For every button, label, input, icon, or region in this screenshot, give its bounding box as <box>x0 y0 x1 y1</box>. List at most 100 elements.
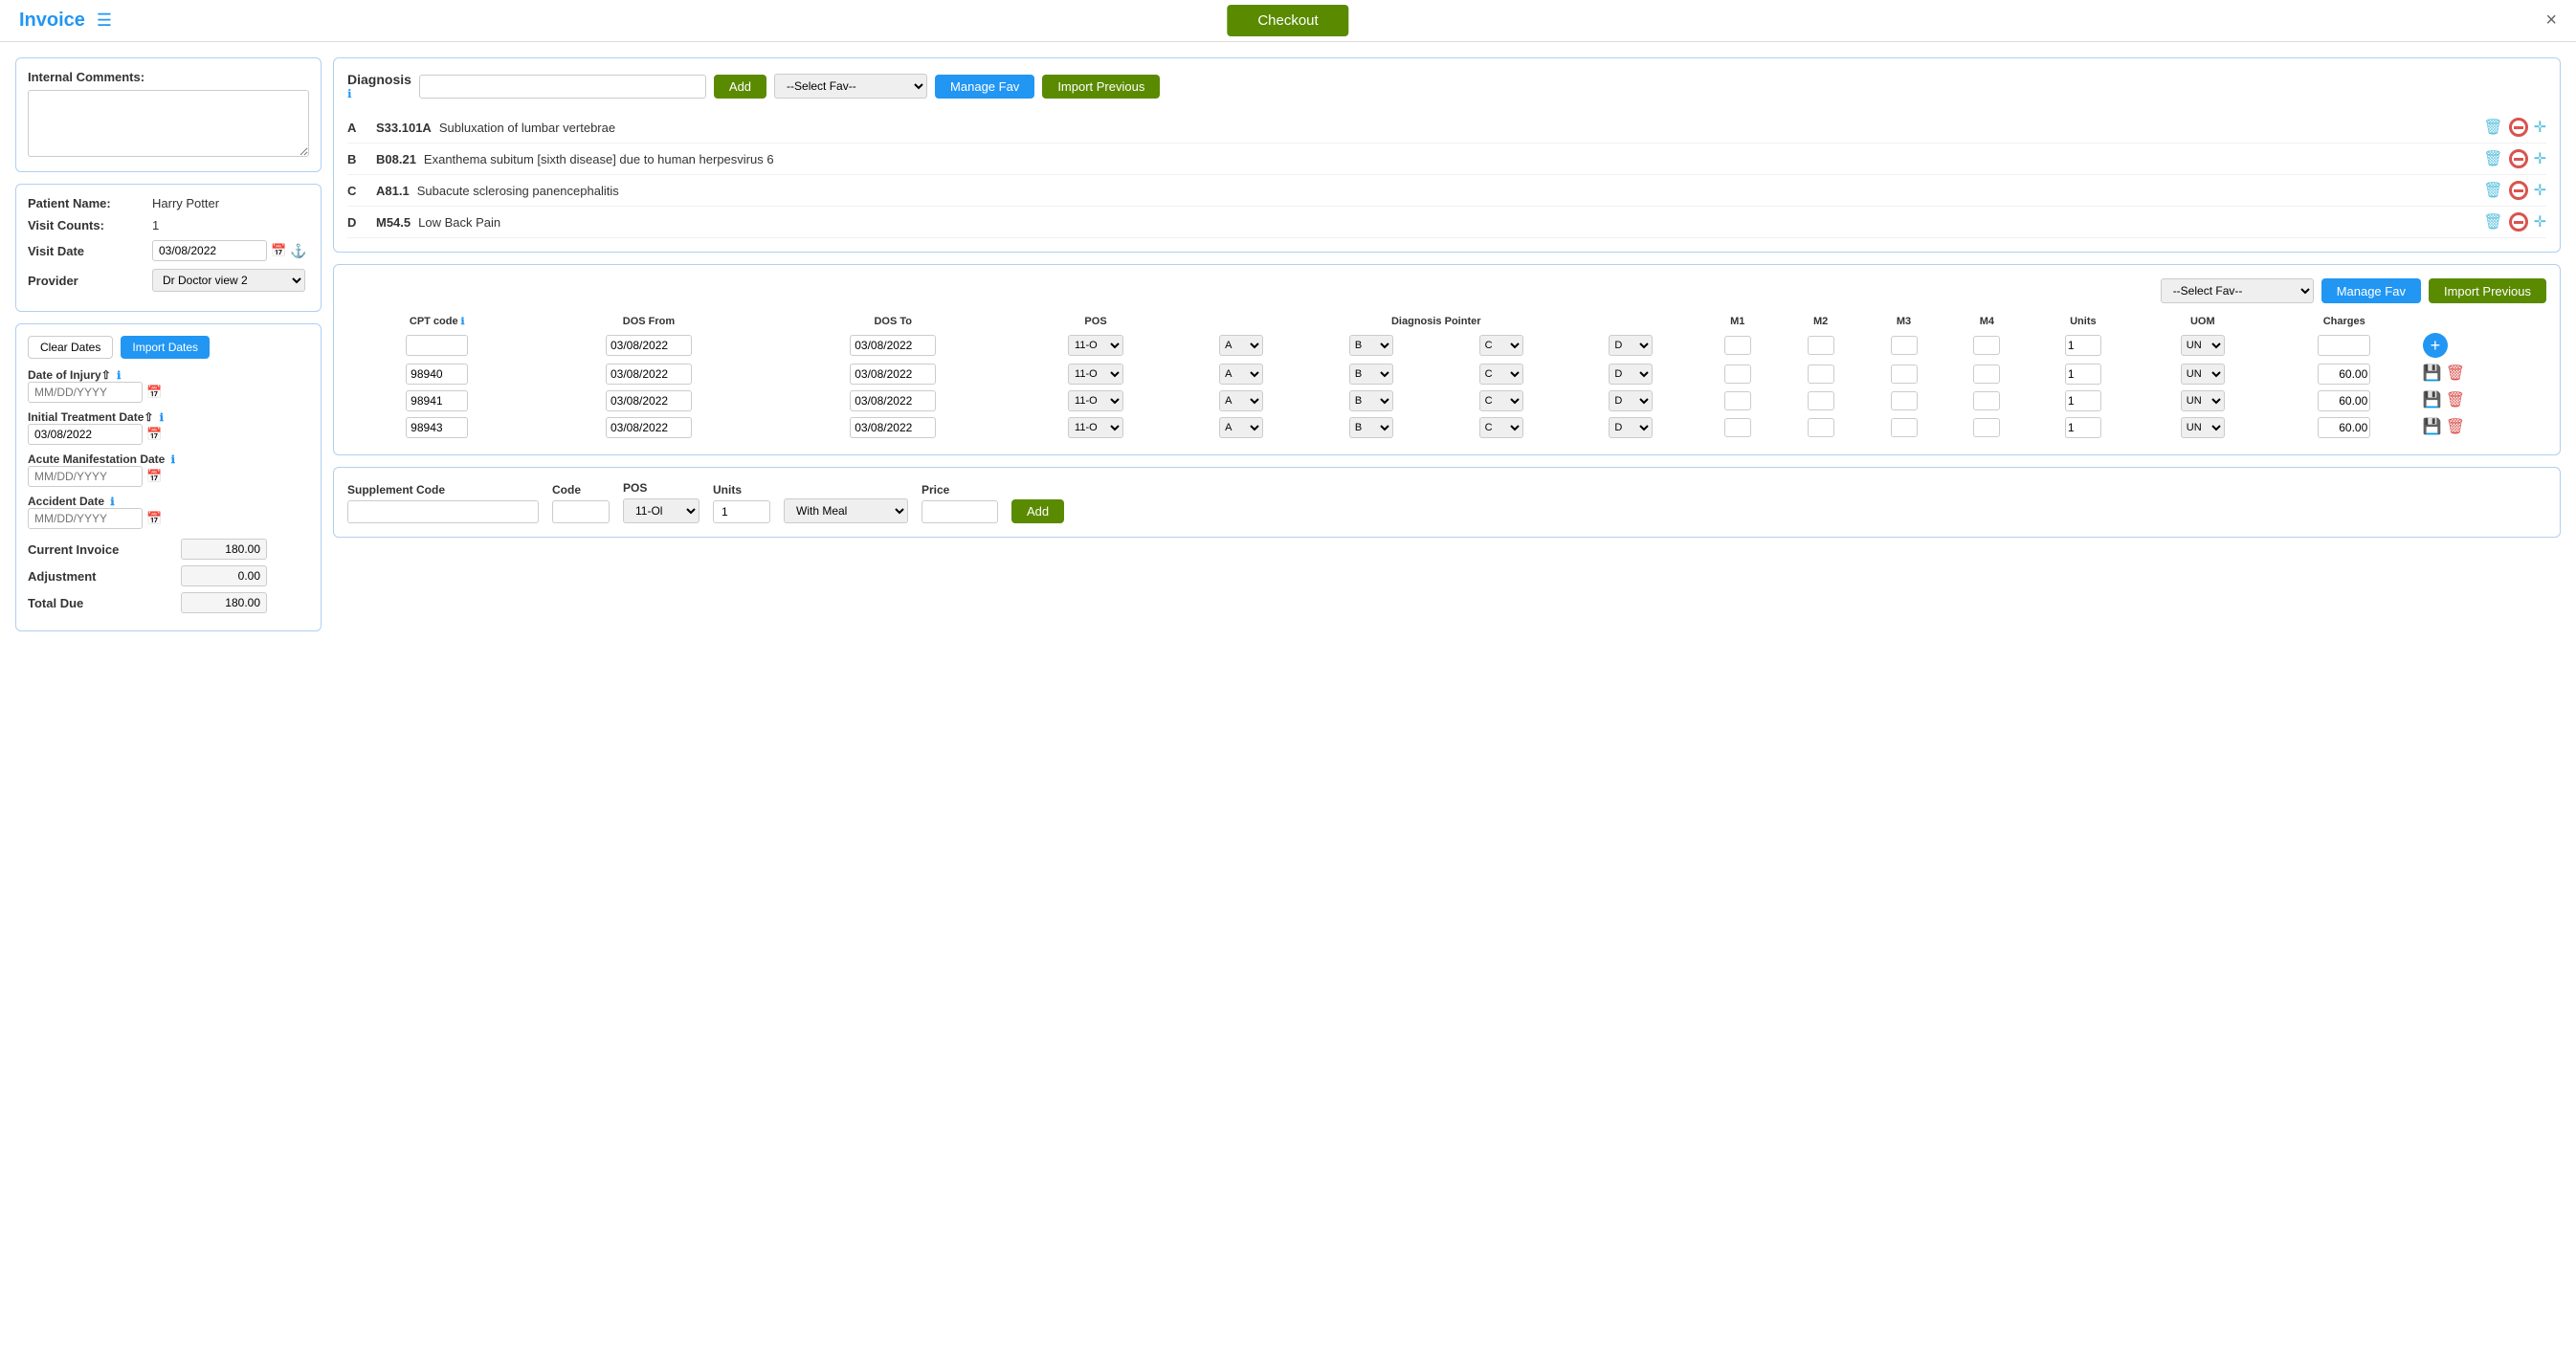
new-diag-b-select[interactable]: ABCD <box>1349 335 1393 356</box>
charges-input[interactable] <box>2318 417 2370 438</box>
new-m2-input[interactable] <box>1808 336 1834 355</box>
diag-c-select[interactable]: ABCD <box>1479 364 1523 385</box>
new-charges-input[interactable] <box>2318 335 2370 356</box>
initial-treatment-calendar-icon[interactable]: 📅 <box>146 427 162 442</box>
clear-dates-button[interactable]: Clear Dates <box>28 336 113 359</box>
uom-select[interactable]: UNHRMI <box>2181 417 2225 438</box>
diag-a-select[interactable]: ABCD <box>1219 390 1263 411</box>
diagnosis-add-button[interactable]: Add <box>714 75 766 99</box>
diag-stop-icon[interactable] <box>2509 181 2528 200</box>
m3-input[interactable] <box>1891 418 1918 437</box>
new-m1-input[interactable] <box>1724 336 1751 355</box>
m2-input[interactable] <box>1808 418 1834 437</box>
diag-trash-icon[interactable]: 🗑 <box>2483 181 2502 200</box>
row-save-icon[interactable]: 💾 <box>2423 417 2442 436</box>
menu-icon[interactable]: ☰ <box>97 11 112 31</box>
visit-date-input[interactable] <box>152 240 267 261</box>
diagnosis-import-previous-button[interactable]: Import Previous <box>1042 75 1160 99</box>
supplement-add-button[interactable]: Add <box>1011 499 1064 523</box>
checkout-button[interactable]: Checkout <box>1227 5 1348 36</box>
new-m3-input[interactable] <box>1891 336 1918 355</box>
code-input[interactable] <box>552 500 610 523</box>
dos-from-input[interactable] <box>606 390 692 411</box>
units-input[interactable] <box>2065 390 2101 411</box>
uom-select[interactable]: UNHRMI <box>2181 390 2225 411</box>
import-dates-button[interactable]: Import Dates <box>121 336 210 359</box>
diag-d-select[interactable]: ABCD <box>1609 417 1653 438</box>
new-pos-select[interactable]: 11-O1112 <box>1068 335 1123 356</box>
diag-d-select[interactable]: ABCD <box>1609 364 1653 385</box>
pos-select[interactable]: 11-O1112 <box>1068 417 1123 438</box>
m4-input[interactable] <box>1973 391 2000 410</box>
initial-treatment-info-icon[interactable]: ℹ <box>160 412 164 424</box>
dos-to-input[interactable] <box>850 390 936 411</box>
diag-b-select[interactable]: ABCD <box>1349 364 1393 385</box>
diag-trash-icon[interactable]: 🗑 <box>2483 212 2502 232</box>
new-uom-select[interactable]: UNHRMI <box>2181 335 2225 356</box>
m2-input[interactable] <box>1808 391 1834 410</box>
row-save-icon[interactable]: 💾 <box>2423 390 2442 409</box>
m2-input[interactable] <box>1808 364 1834 384</box>
date-of-injury-info-icon[interactable]: ℹ <box>117 370 121 382</box>
diag-b-select[interactable]: ABCD <box>1349 417 1393 438</box>
diag-a-select[interactable]: ABCD <box>1219 417 1263 438</box>
accident-date-calendar-icon[interactable]: 📅 <box>146 511 162 526</box>
diag-d-select[interactable]: ABCD <box>1609 390 1653 411</box>
pos-select[interactable]: 11-O1112 <box>1068 390 1123 411</box>
accident-date-info-icon[interactable]: ℹ <box>110 497 114 508</box>
diag-stop-icon[interactable] <box>2509 149 2528 168</box>
units-input[interactable] <box>2065 364 2101 385</box>
uom-select[interactable]: UNHRMI <box>2181 364 2225 385</box>
cpt-import-previous-button[interactable]: Import Previous <box>2429 278 2546 303</box>
diag-c-select[interactable]: ABCD <box>1479 417 1523 438</box>
total-due-input[interactable] <box>181 592 267 613</box>
diagnosis-fav-select[interactable]: --Select Fav-- <box>774 74 927 99</box>
initial-treatment-input[interactable] <box>28 424 143 445</box>
pos-select[interactable]: 11-Ol1112 <box>623 498 700 523</box>
cpt-add-row-button[interactable]: + <box>2423 333 2448 358</box>
cpt-code-input[interactable] <box>406 417 468 438</box>
dos-to-input[interactable] <box>850 364 936 385</box>
charges-input[interactable] <box>2318 390 2370 411</box>
current-invoice-input[interactable]: 180.00 <box>181 539 267 560</box>
internal-comments-textarea[interactable] <box>28 90 309 157</box>
diag-trash-icon[interactable]: 🗑 <box>2483 118 2502 137</box>
row-trash-icon[interactable]: 🗑 <box>2446 417 2465 436</box>
new-diag-d-select[interactable]: ABCD <box>1609 335 1653 356</box>
new-m4-input[interactable] <box>1973 336 2000 355</box>
diag-c-select[interactable]: ABCD <box>1479 390 1523 411</box>
diag-move-icon[interactable]: ✛ <box>2534 149 2546 168</box>
units-input[interactable] <box>2065 417 2101 438</box>
cpt-code-input[interactable] <box>406 364 468 385</box>
diag-move-icon[interactable]: ✛ <box>2534 118 2546 137</box>
new-cpt-code-input[interactable] <box>406 335 468 356</box>
charges-input[interactable] <box>2318 364 2370 385</box>
pos-select[interactable]: 11-O1112 <box>1068 364 1123 385</box>
dos-from-input[interactable] <box>606 364 692 385</box>
accident-date-input[interactable] <box>28 508 143 529</box>
new-diag-c-select[interactable]: ABCD <box>1479 335 1523 356</box>
diagnosis-info-icon[interactable]: ℹ <box>347 87 352 100</box>
cpt-code-input[interactable] <box>406 390 468 411</box>
new-dos-from-input[interactable] <box>606 335 692 356</box>
supplement-code-input[interactable] <box>347 500 539 523</box>
provider-select[interactable]: Dr Doctor view 2 Dr Doctor view 1 <box>152 269 305 292</box>
m1-input[interactable] <box>1724 364 1751 384</box>
diag-a-select[interactable]: ABCD <box>1219 364 1263 385</box>
diag-trash-icon[interactable]: 🗑 <box>2483 149 2502 168</box>
acute-manifestation-input[interactable] <box>28 466 143 487</box>
visit-date-anchor-icon[interactable]: ⚓ <box>290 243 306 259</box>
diag-b-select[interactable]: ABCD <box>1349 390 1393 411</box>
adjustment-input[interactable] <box>181 565 267 586</box>
price-input[interactable] <box>922 500 998 523</box>
dos-to-input[interactable] <box>850 417 936 438</box>
meal-select[interactable]: With Meal Without Meal N/A <box>784 498 908 523</box>
acute-manifestation-calendar-icon[interactable]: 📅 <box>146 469 162 484</box>
diag-move-icon[interactable]: ✛ <box>2534 181 2546 200</box>
diagnosis-search-input[interactable] <box>419 75 706 99</box>
new-units-input[interactable] <box>2065 335 2101 356</box>
diag-stop-icon[interactable] <box>2509 118 2528 137</box>
close-button[interactable]: × <box>2545 10 2557 32</box>
visit-date-calendar-icon[interactable]: 📅 <box>271 243 286 258</box>
units-input[interactable] <box>713 500 770 523</box>
